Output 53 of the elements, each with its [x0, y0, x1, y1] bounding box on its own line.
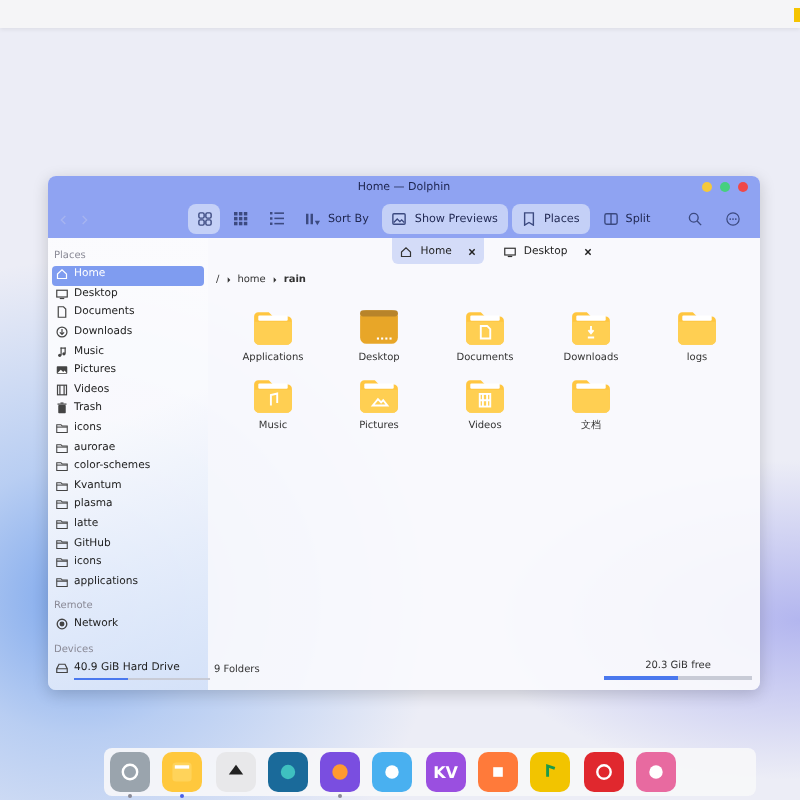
- network-icon: [56, 618, 68, 631]
- app-logo-icon: [170, 760, 195, 784]
- monitor-icon: [503, 245, 516, 257]
- folder-icon: [56, 479, 68, 492]
- app-logo-icon: [275, 760, 300, 784]
- folder-icon: [570, 374, 612, 416]
- folder-icon: [252, 306, 294, 348]
- app-button[interactable]: KV: [425, 752, 466, 792]
- app-logo-icon: [118, 760, 142, 784]
- list-icon: [269, 212, 283, 226]
- home-icon: [400, 245, 413, 257]
- app-logo-icon: [380, 760, 405, 784]
- app-icon[interactable]: [215, 752, 256, 792]
- close-icon[interactable]: [467, 247, 476, 255]
- film-icon: [56, 383, 68, 396]
- document-icon: [56, 306, 68, 319]
- image-icon: [392, 212, 407, 226]
- app-logo-icon: [591, 760, 616, 784]
- folder-icon: [464, 374, 506, 416]
- folder-icon: [56, 460, 68, 473]
- split-view-icon: [603, 212, 618, 226]
- folder-icon: [570, 306, 612, 348]
- app-logo-icon: [643, 760, 668, 784]
- folder-icon: [464, 306, 506, 348]
- chevron-icon: [225, 276, 232, 284]
- sort-icon: [306, 212, 320, 226]
- drive-icon: [56, 661, 68, 674]
- monitor-icon: [56, 287, 68, 300]
- menu-icon[interactable]: [726, 212, 740, 226]
- search-icon[interactable]: [688, 212, 702, 226]
- close-icon[interactable]: [583, 247, 592, 255]
- folder-icon: [358, 306, 400, 348]
- grid-icon: [233, 212, 247, 226]
- folder-icon: [358, 374, 400, 416]
- folder-icon: [56, 556, 68, 569]
- chevron-icon: [271, 276, 278, 284]
- music-note-icon: [56, 345, 68, 358]
- download-icon: [56, 326, 68, 339]
- folder-icon: [676, 306, 718, 348]
- folder-icon: [252, 374, 294, 416]
- grid-icon: [197, 212, 211, 226]
- app-logo-icon: [328, 760, 353, 784]
- image-icon: [56, 364, 68, 377]
- trash-icon: [56, 402, 68, 415]
- folder-icon: [56, 518, 68, 531]
- icons-view-button[interactable]: [188, 204, 220, 234]
- folder-icon: [56, 537, 68, 550]
- folder-icon: [56, 441, 68, 454]
- home-icon: [56, 268, 68, 281]
- bookmark-icon: [521, 212, 536, 226]
- folder-icon: [56, 575, 68, 588]
- folder-icon: [56, 498, 68, 511]
- folder-icon: [56, 422, 68, 435]
